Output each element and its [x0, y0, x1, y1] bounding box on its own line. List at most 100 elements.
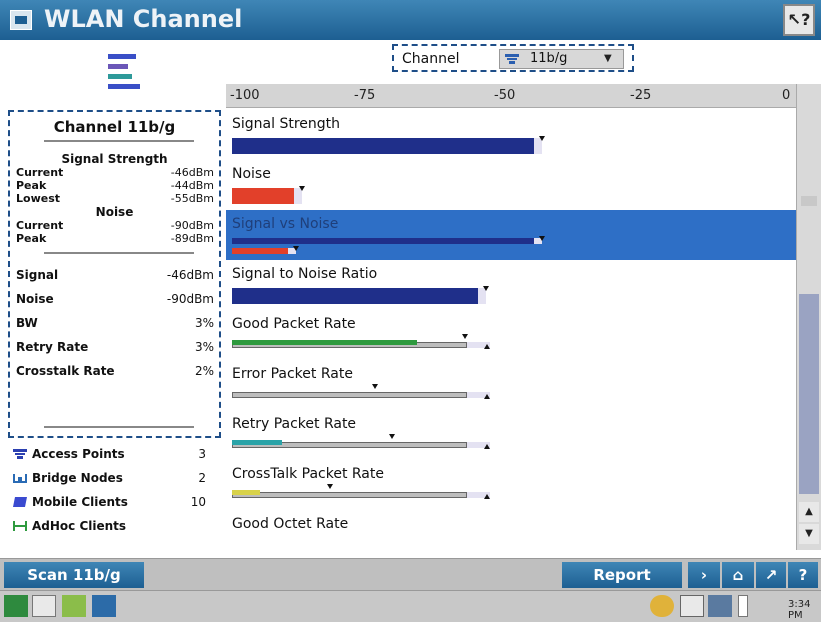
- channel-stats-panel: Channel 11b/g Signal Strength Current -46…: [8, 110, 221, 438]
- stat-value: -89dBm: [170, 232, 214, 245]
- metric-row[interactable]: Good Octet Rate: [226, 510, 796, 550]
- metric-row[interactable]: Signal vs Noise: [226, 210, 796, 260]
- stat-label: Lowest: [16, 192, 60, 205]
- divider: [44, 426, 194, 428]
- metric-row[interactable]: Error Packet Rate: [226, 360, 796, 410]
- scroll-down-icon[interactable]: ▼: [799, 524, 819, 544]
- metric-bar: [232, 238, 535, 244]
- keyboard-icon[interactable]: [32, 595, 56, 617]
- peak-marker: [293, 246, 299, 251]
- stat-value: -46dBm: [166, 268, 214, 282]
- count-mobile-clients[interactable]: Mobile Clients 10: [12, 494, 212, 514]
- metric-bar: [232, 138, 535, 154]
- stat-label: Retry Rate: [16, 340, 89, 354]
- metric-row[interactable]: CrossTalk Packet Rate: [226, 460, 796, 510]
- rate-fill: [232, 440, 283, 445]
- peak-marker: [539, 136, 546, 141]
- stat-label: BW: [16, 316, 38, 330]
- chevron-down-icon: ▼: [604, 53, 612, 64]
- threshold-marker: [484, 444, 490, 449]
- stat-value: -44dBm: [170, 179, 214, 192]
- volume-icon[interactable]: [708, 595, 732, 617]
- divider: [44, 140, 194, 142]
- threshold-marker: [484, 344, 490, 349]
- channel-dropdown[interactable]: 11b/g ▼: [499, 49, 624, 69]
- clipboard-icon[interactable]: [680, 595, 704, 617]
- metric-label: Signal vs Noise: [232, 216, 339, 232]
- count-label: Bridge Nodes: [32, 471, 123, 485]
- peak-marker: [461, 334, 468, 339]
- forward-icon[interactable]: ›: [688, 562, 720, 588]
- tools-icon[interactable]: ↗: [756, 562, 786, 588]
- vertical-scrollbar[interactable]: ▲ ▼: [796, 84, 821, 550]
- stat-label: Peak: [16, 232, 47, 245]
- scroll-up-icon[interactable]: ▲: [799, 502, 819, 522]
- home-icon[interactable]: ⌂: [722, 562, 754, 588]
- metric-row[interactable]: Signal to Noise Ratio: [226, 260, 796, 310]
- count-access-points[interactable]: Access Points 3: [12, 446, 212, 466]
- signal-lowest-row: Lowest -55dBm: [16, 192, 214, 206]
- scale-label: -50: [494, 88, 516, 103]
- metric-label: Good Octet Rate: [232, 516, 349, 532]
- stat-label: Noise: [16, 292, 54, 306]
- help-icon[interactable]: ?: [788, 562, 818, 588]
- scroll-thumb[interactable]: [799, 294, 819, 494]
- title-bar: WLAN Channel ↖?: [0, 0, 821, 40]
- stat-label: Signal: [16, 268, 59, 282]
- count-label: Mobile Clients: [32, 495, 128, 509]
- scan-button[interactable]: Scan 11b/g: [4, 562, 144, 588]
- count-adhoc-clients[interactable]: AdHoc Clients: [12, 518, 212, 538]
- count-value: 10: [190, 495, 206, 509]
- metrics-chart: -100 -75 -50 -25 0 Signal Strength Noise S…: [226, 84, 796, 550]
- window-switch-icon[interactable]: [92, 595, 116, 617]
- signal-peak-row: Peak -44dBm: [16, 179, 214, 193]
- battery-icon: [738, 595, 748, 617]
- metric-row[interactable]: Signal Strength: [226, 110, 796, 160]
- peak-marker: [388, 434, 395, 439]
- count-value: 3: [198, 447, 206, 461]
- threshold-marker: [484, 494, 490, 499]
- metric-row[interactable]: Good Packet Rate: [226, 310, 796, 360]
- noise-current-row: Current -90dBm: [16, 219, 214, 233]
- stat-value: 3%: [194, 316, 214, 330]
- count-bridge-nodes[interactable]: Bridge Nodes 2: [12, 470, 212, 490]
- rate-track: [232, 492, 468, 498]
- stat-label: Crosstalk Rate: [16, 364, 115, 378]
- summary-bw-row: BW 3%: [16, 316, 214, 334]
- scale-label: 0: [782, 88, 791, 103]
- threshold-marker: [484, 394, 490, 399]
- noise-peak-row: Peak -89dBm: [16, 232, 214, 246]
- window-title: WLAN Channel: [44, 5, 243, 33]
- device-counts: Access Points 3 Bridge Nodes 2 Mobile Cl…: [0, 446, 225, 556]
- scroll-grip[interactable]: [801, 196, 817, 206]
- rate-fill: [232, 340, 417, 345]
- report-button[interactable]: Report: [562, 562, 682, 588]
- metric-row[interactable]: Retry Packet Rate: [226, 410, 796, 460]
- dbm-scale: -100 -75 -50 -25 0: [226, 84, 796, 108]
- stat-value: 2%: [194, 364, 214, 378]
- metric-bar: [232, 188, 294, 204]
- count-label: Access Points: [32, 447, 125, 461]
- channel-antenna-icon: [505, 54, 519, 64]
- access-point-icon: [13, 449, 27, 459]
- metric-row[interactable]: Noise: [226, 160, 796, 210]
- bridge-node-icon: [13, 474, 27, 483]
- channel-label: Channel: [402, 51, 460, 67]
- panel-title: Channel 11b/g: [53, 118, 176, 136]
- stat-value: -46dBm: [170, 166, 214, 179]
- stat-value: -55dBm: [170, 192, 214, 205]
- start-icon[interactable]: [4, 595, 28, 617]
- signal-strength-header: Signal Strength: [61, 152, 168, 166]
- bottom-toolbar: Scan 11b/g Report › ⌂ ↗ ?: [0, 558, 821, 590]
- clock: 3:34 PM: [788, 599, 811, 621]
- scale-label: -100: [230, 88, 260, 103]
- help-pointer-icon[interactable]: ↖?: [783, 4, 815, 36]
- window-icon: [10, 10, 32, 30]
- peak-marker: [327, 484, 334, 489]
- app-icon[interactable]: [62, 595, 86, 617]
- stat-value: 3%: [194, 340, 214, 354]
- channel-selector: Channel 11b/g ▼: [392, 44, 634, 72]
- scale-label: -75: [354, 88, 376, 103]
- summary-signal-row: Signal -46dBm: [16, 268, 214, 286]
- network-icon[interactable]: [650, 595, 674, 617]
